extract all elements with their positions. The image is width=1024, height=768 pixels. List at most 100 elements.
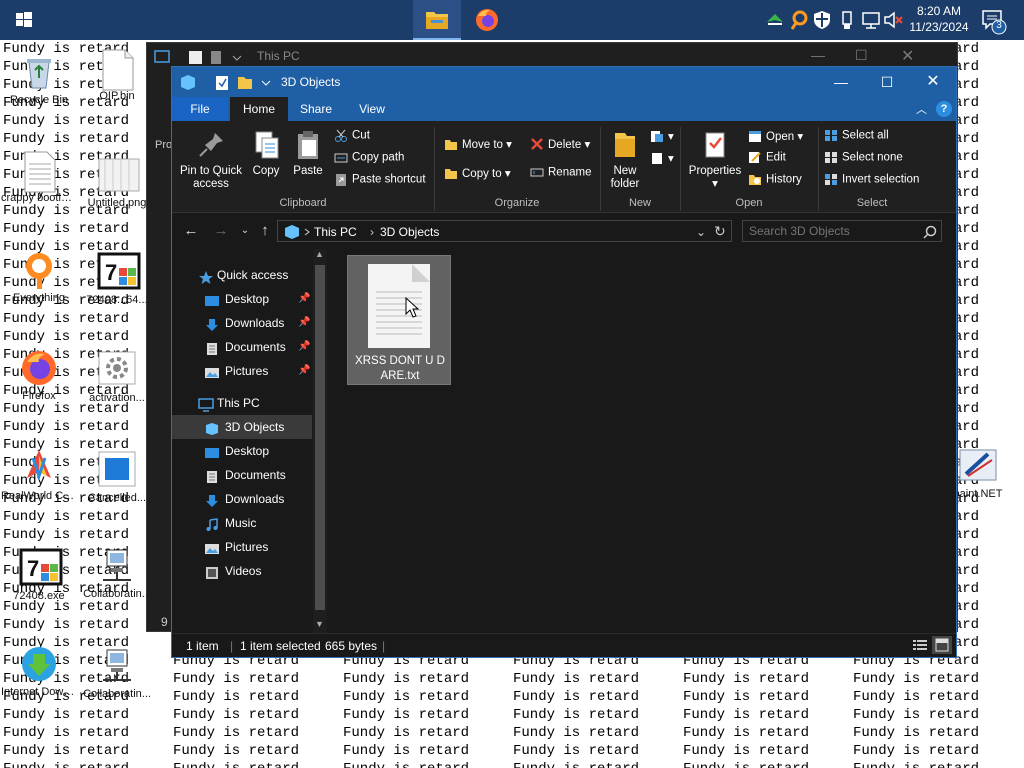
tab-view[interactable]: View [344,97,400,121]
breadcrumb-this-pc[interactable]: This PC [314,225,357,239]
desktop-icon-cancelled[interactable]: Cancelled... [79,450,155,504]
close-button[interactable]: ✕ [910,67,956,97]
wallpaper-text-line: Fundy is retard [3,113,130,129]
tab-home[interactable]: Home [230,97,288,121]
group-label-organize: Organize [494,197,540,209]
edit-button[interactable]: Edit [748,151,786,164]
minimize-button[interactable]: — [818,67,864,97]
tab-file[interactable]: File [172,97,228,121]
maximize-button[interactable]: ☐ [864,67,910,97]
search-icon [923,225,937,239]
action-center-button[interactable]: 3 [980,8,1010,36]
desktop-icon-oip[interactable]: OIP.bin [79,48,155,102]
desktop-icon-realworld-cursor[interactable]: RealWorld Cursor Editor [1,448,77,502]
nav-scrollbar[interactable]: ▲ ▼ [313,249,327,633]
menu-bar: File Home Share View ︿ ? [172,97,956,121]
desktop-icon-setup-exe-2[interactable]: 7 72408.exe [1,548,77,602]
wallpaper-text-line: Fundy is retard [343,671,470,687]
back-minimize-icon[interactable]: — [811,47,825,63]
refresh-icon[interactable]: ↻ [714,223,726,240]
desktop-icon-collab-1[interactable]: Collaboratin... [79,546,155,600]
new-item-button[interactable]: ▾ [650,129,674,143]
copy-button[interactable]: Copy [248,129,284,178]
desktop-icon-firefox[interactable]: Firefox [1,348,77,402]
back-close-icon[interactable]: ✕ [901,46,914,66]
nav-pictures[interactable]: Pictures [172,535,312,559]
breadcrumb-3d-objects[interactable]: 3D Objects [380,225,439,239]
copy-to-button[interactable]: Copy to ▾ [444,166,511,180]
explorer-window[interactable]: 3D Objects — ☐ ✕ File Home Share View ︿ … [171,66,957,658]
invert-selection-button[interactable]: Invert selection [824,173,919,186]
wallpaper-text-line: Fundy is retard [173,760,299,768]
nav-downloads[interactable]: Downloads [172,487,312,511]
nav-this-pc[interactable]: This PC [172,391,312,415]
desktop-icon-activation[interactable]: activation... [79,350,155,404]
delete-button[interactable]: Delete ▾ [530,137,590,151]
forward-arrow-icon[interactable]: → [212,222,230,240]
easy-access-button[interactable]: ▾ [650,151,674,165]
back-maximize-icon[interactable]: ☐ [855,47,868,64]
start-button[interactable] [0,0,48,40]
paste-shortcut-button[interactable]: Paste shortcut [334,173,426,186]
search-input[interactable] [749,223,919,239]
nav-desktop[interactable]: Desktop [172,439,312,463]
nav-quick-downloads[interactable]: Downloads 📌 [172,311,312,335]
document-icon [204,340,220,355]
new-folder-button[interactable]: New folder [604,129,646,191]
tab-share[interactable]: Share [288,97,344,121]
desktop-icon-recycle-bin[interactable]: Recycle Bin [1,52,77,106]
nav-music[interactable]: Music [172,511,312,535]
title-bar[interactable]: 3D Objects — ☐ ✕ [172,67,956,97]
wallpaper-text-line: Fundy is retard [3,743,130,759]
desktop-icon-untitled-png[interactable]: Untitled.png [79,155,155,209]
move-to-button[interactable]: Move to ▾ [444,137,512,151]
open-button[interactable]: Open ▾ [748,129,803,143]
recent-locations-chevron-icon[interactable]: ⌄ [236,222,254,240]
nav-documents[interactable]: Documents [172,463,312,487]
address-bar[interactable]: This PC › 3D Objects ⌄ ↻ [277,220,732,242]
address-dropdown-icon[interactable]: ⌄ [696,225,706,239]
tray-search-icon[interactable] [788,8,810,32]
tray-usb-icon[interactable] [836,8,858,32]
scroll-down-icon[interactable]: ▼ [315,619,324,629]
desktop-icon-collab-2[interactable]: Collaboratin... [79,646,155,700]
search-box[interactable] [742,220,942,242]
select-all-button[interactable]: Select all [824,129,889,142]
up-arrow-icon[interactable]: ↑ [256,222,274,240]
scroll-up-icon[interactable]: ▲ [315,249,324,259]
large-icons-view-icon[interactable] [932,636,952,654]
copy-path-button[interactable]: Copy path [334,151,404,164]
tray-shield-icon[interactable] [811,8,833,32]
cut-button[interactable]: Cut [334,129,370,142]
nav-quick-access[interactable]: Quick access [172,263,312,287]
desktop-icon-everything[interactable]: Everything [1,250,77,304]
paste-button[interactable]: Paste [290,129,326,178]
wallpaper-text-line: Fundy is retard [3,329,130,345]
nav-3d-objects[interactable]: 3D Objects [172,415,312,439]
back-arrow-icon[interactable]: ← [182,222,200,240]
details-view-icon[interactable] [912,638,928,655]
tray-network-icon[interactable] [860,8,882,32]
clock[interactable]: 8:20 AM 11/23/2024 [900,3,978,35]
nav-quick-pictures[interactable]: Pictures 📌 [172,359,312,383]
ribbon-collapse-icon[interactable]: ︿ [916,101,927,117]
pin-quick-access-button[interactable]: Pin to Quick access [178,129,244,191]
new-item-icon [650,130,664,143]
help-icon[interactable]: ? [936,101,952,117]
desktop-icon-idm[interactable]: Internet Downlo... [1,644,77,698]
taskbar-file-explorer[interactable] [413,0,461,40]
desktop-icon-crappy-bootleg[interactable]: crappy bootleg.txt [1,150,77,204]
history-button[interactable]: History [748,173,802,186]
desktop-icon-setup-exe[interactable]: 7 72408...64... [79,252,155,306]
file-list[interactable]: XRSS DONT U DARE.txt [329,249,956,633]
rename-button[interactable]: Rename [530,166,591,179]
nav-scroll-thumb[interactable] [315,265,325,610]
taskbar-firefox[interactable] [463,0,511,40]
properties-button[interactable]: Properties ▾ [686,129,744,191]
nav-videos[interactable]: Videos [172,559,312,583]
tray-network-sync-icon[interactable] [764,8,786,32]
nav-quick-desktop[interactable]: Desktop 📌 [172,287,312,311]
select-none-button[interactable]: Select none [824,151,903,164]
file-item[interactable]: XRSS DONT U DARE.txt [347,255,451,385]
nav-quick-documents[interactable]: Documents 📌 [172,335,312,359]
